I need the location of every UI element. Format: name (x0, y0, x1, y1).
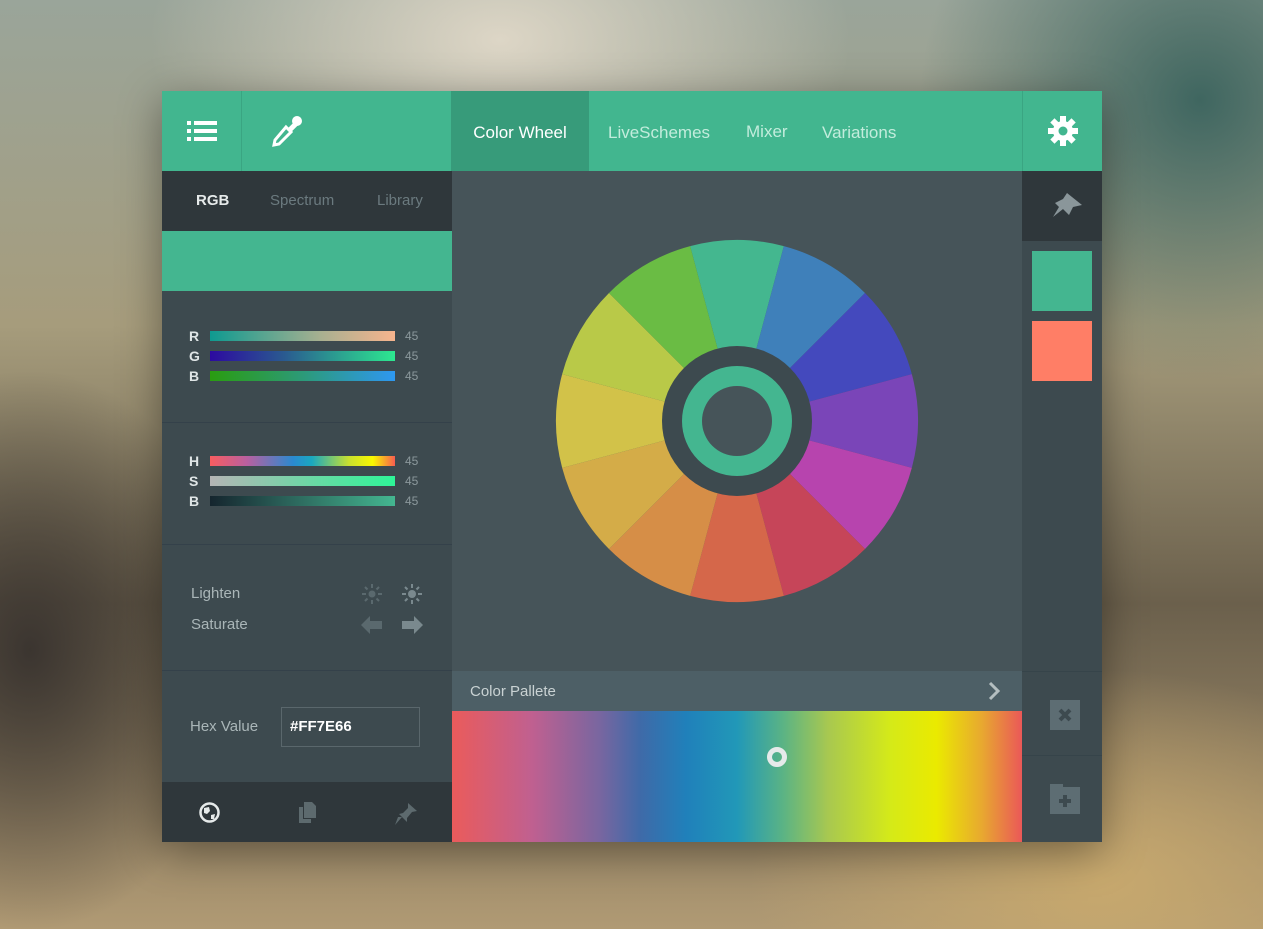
list-icon (186, 121, 217, 141)
slider-brightness[interactable]: B 45 (189, 491, 418, 511)
slider-label: B (189, 368, 200, 384)
r-slider-track[interactable] (210, 331, 395, 341)
palette-marker-handle[interactable] (766, 747, 787, 767)
slider-value: 45 (405, 329, 419, 343)
left-footer (162, 782, 452, 842)
copy-icon[interactable] (298, 802, 318, 824)
slider-label: G (189, 348, 200, 364)
slider-label: H (189, 453, 200, 469)
pin-button[interactable] (1022, 171, 1102, 241)
saved-color-swatch[interactable] (1032, 251, 1092, 311)
gear-icon (1047, 116, 1078, 146)
palette-title: Color Pallete (470, 683, 556, 700)
wheel-center-hole (702, 386, 772, 456)
slider-value: 45 (405, 474, 419, 488)
lighten-decrease-icon[interactable] (361, 583, 383, 605)
saved-colors-column (1022, 171, 1102, 842)
mode-tabs: RGB Spectrum Library (162, 171, 452, 231)
lighten-increase-icon[interactable] (401, 583, 423, 605)
folder-add-icon (1050, 784, 1080, 814)
tab-variations[interactable]: Variations (803, 91, 915, 171)
slider-label: S (189, 473, 199, 489)
close-icon (1050, 700, 1080, 730)
saved-color-swatch[interactable] (1032, 321, 1092, 381)
current-color-swatch (162, 231, 452, 291)
slider-s[interactable]: S 45 (189, 471, 418, 491)
saturate-label: Saturate (191, 616, 248, 633)
slider-value: 45 (405, 349, 419, 363)
hex-label: Hex Value (190, 718, 259, 735)
hsb-sliders: H 45 S 45 B 45 (162, 423, 452, 545)
globe-icon[interactable] (199, 802, 220, 823)
brightness-slider-track[interactable] (210, 496, 395, 506)
color-wheel[interactable] (452, 171, 1022, 671)
pin-icon (1053, 193, 1082, 217)
left-panel: RGB Spectrum Library R 45 G 45 B 45 H 45 S 45… (162, 171, 452, 842)
tab-color-wheel[interactable]: Color Wheel (451, 91, 589, 171)
slider-b[interactable]: B 45 (189, 366, 418, 386)
slider-h[interactable]: H 45 (189, 451, 418, 471)
slider-r[interactable]: R 45 (189, 326, 418, 346)
hex-input[interactable]: #FF7E66 (281, 707, 420, 747)
saturate-increase-arrow-icon[interactable] (401, 616, 423, 634)
slider-value: 45 (405, 454, 419, 468)
slider-g[interactable]: G 45 (189, 346, 418, 366)
color-app-window: Color Wheel LiveSchemes Mixer Variations… (162, 91, 1102, 842)
lighten-label: Lighten (191, 585, 241, 602)
h-slider-track[interactable] (210, 456, 395, 466)
delete-color-button[interactable] (1022, 671, 1102, 756)
tab-rgb[interactable]: RGB (196, 171, 229, 231)
tab-liveschemes[interactable]: LiveSchemes (589, 91, 729, 171)
slider-label: R (189, 328, 200, 344)
tab-spectrum[interactable]: Spectrum (270, 171, 334, 231)
menu-button[interactable] (162, 91, 242, 171)
slider-value: 45 (405, 494, 419, 508)
s-slider-track[interactable] (210, 476, 395, 486)
eyedropper-button[interactable] (242, 91, 332, 171)
saturate-decrease-arrow-icon[interactable] (361, 616, 383, 634)
eyedropper-icon (272, 116, 302, 147)
g-slider-track[interactable] (210, 351, 395, 361)
adjust-section: Lighten Saturate (162, 545, 452, 671)
palette-header[interactable]: Color Pallete (452, 671, 1022, 711)
rgb-sliders: R 45 G 45 B 45 (162, 291, 452, 423)
hex-section: Hex Value #FF7E66 (162, 671, 452, 782)
pin-icon[interactable] (395, 803, 417, 825)
color-palette-gradient[interactable] (452, 711, 1022, 842)
slider-label: B (189, 493, 200, 509)
settings-button[interactable] (1022, 91, 1102, 171)
tab-library[interactable]: Library (377, 171, 423, 231)
header: Color Wheel LiveSchemes Mixer Variations (162, 91, 1102, 171)
tab-mixer[interactable]: Mixer (727, 91, 807, 171)
color-wheel-area (452, 171, 1022, 671)
b-slider-track[interactable] (210, 371, 395, 381)
add-folder-button[interactable] (1022, 756, 1102, 842)
slider-value: 45 (405, 369, 419, 383)
chevron-right-icon[interactable] (988, 681, 1002, 701)
